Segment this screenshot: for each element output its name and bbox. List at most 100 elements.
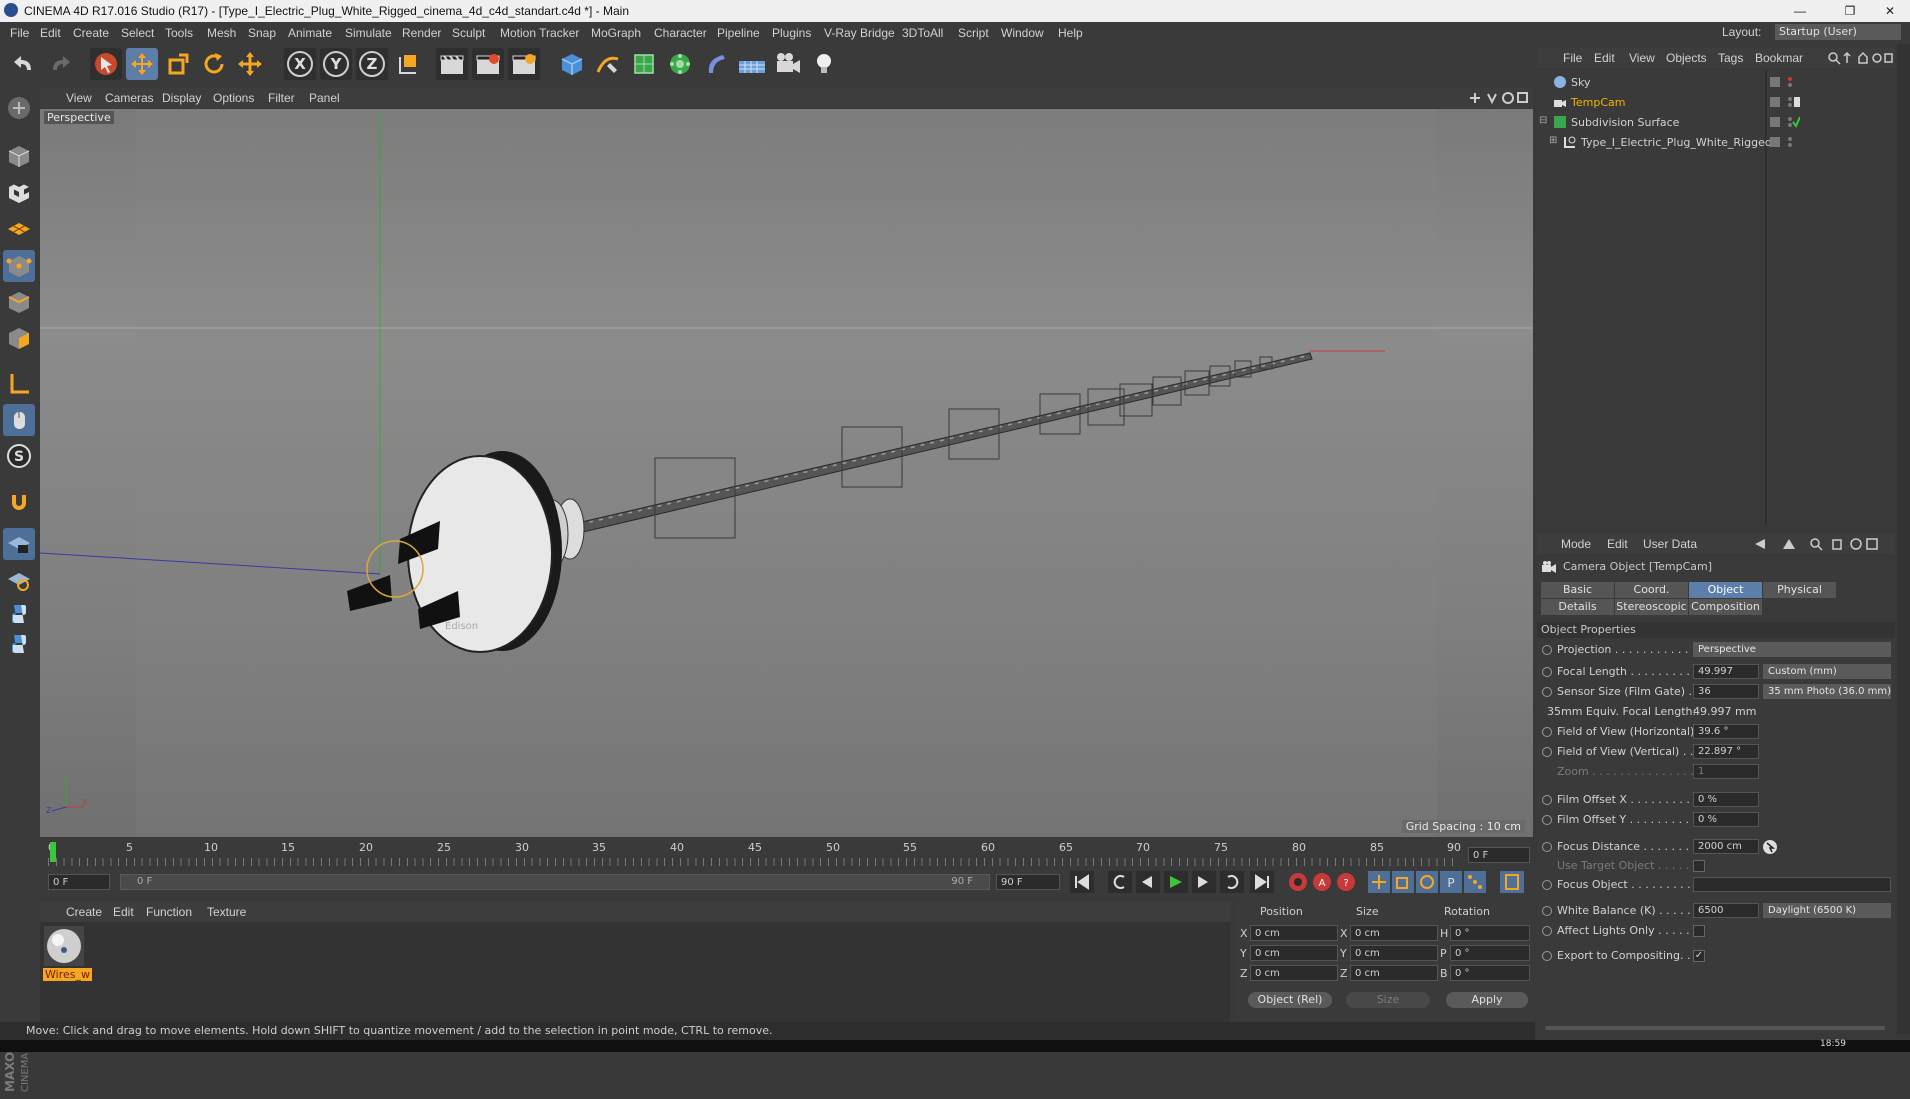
menu-render[interactable]: Render [402,26,441,40]
tab-stereoscopic[interactable]: Stereoscopic [1615,599,1689,615]
polygons-mode-button[interactable] [3,322,35,354]
rot-b-field[interactable]: 0 ° [1450,965,1530,981]
planar-workplane-button[interactable] [3,564,35,596]
menu-mograph[interactable]: MoGraph [591,26,641,40]
attribute-horizontal-scrollbar[interactable] [1545,1026,1885,1030]
close-button[interactable]: ✕ [1870,0,1910,22]
menu-script[interactable]: Script [958,26,989,40]
snapping-button[interactable]: S [3,440,35,472]
material-menu-texture[interactable]: Texture [207,905,246,919]
menu-vray-bridge[interactable]: V-Ray Bridge [824,26,895,40]
object-row-subdivision-surface[interactable]: ⊟ Subdivision Surface [1537,113,1895,132]
object-name[interactable]: Subdivision Surface [1571,116,1679,129]
frame-range-slider[interactable]: 0 F 90 F [120,874,990,890]
affect-lights-only-checkbox[interactable] [1693,925,1705,937]
rotate-tool-button[interactable] [198,48,230,80]
animate-radio-icon[interactable] [1542,842,1552,852]
menu-tools[interactable]: Tools [165,26,193,40]
use-target-object-checkbox[interactable] [1693,860,1705,872]
tab-composition[interactable]: Composition [1689,599,1763,615]
tab-details[interactable]: Details [1541,599,1615,615]
material-menu-function[interactable]: Function [146,905,192,919]
add-cube-button[interactable] [556,48,588,80]
add-subdivision-button[interactable] [628,48,660,80]
viewport-menu-display[interactable]: Display [162,91,201,105]
viewport-menu-options[interactable]: Options [213,91,254,105]
menu-motion-tracker[interactable]: Motion Tracker [500,26,579,40]
menu-snap[interactable]: Snap [248,26,276,40]
menu-plugins[interactable]: Plugins [772,26,811,40]
animate-radio-icon[interactable] [1542,906,1552,916]
animate-radio-icon[interactable] [1542,815,1552,825]
recent-tool-button[interactable] [234,48,266,80]
object-menu-tags[interactable]: Tags [1718,51,1743,65]
menu-help[interactable]: Help [1058,26,1083,40]
make-editable-button[interactable] [3,92,35,124]
redo-button[interactable] [44,48,76,80]
points-mode-button[interactable] [3,250,35,282]
rot-h-field[interactable]: 0 ° [1450,925,1530,941]
end-frame-field[interactable]: 90 F [996,874,1060,890]
pick-distance-icon[interactable] [1762,839,1778,855]
timeline-ruler[interactable] [48,858,1458,866]
menu-select[interactable]: Select [121,26,154,40]
restore-button[interactable]: ❐ [1830,0,1870,22]
playhead-marker[interactable] [50,842,56,862]
current-frame-field[interactable]: 0 F [1468,847,1530,863]
workplane-mode-button[interactable] [3,212,35,244]
coordinate-system-button[interactable] [392,48,424,80]
object-name[interactable]: Type_I_Electric_Plug_White_Rigged [1581,136,1772,149]
size-z-field[interactable]: 0 cm [1350,965,1438,981]
menu-sculpt[interactable]: Sculpt [452,26,485,40]
magnet-tool-button[interactable] [3,486,35,518]
zoom-field[interactable]: 1 [1693,764,1759,779]
object-manager-tool-icons[interactable] [1827,51,1893,65]
axis-mode-button[interactable] [3,368,35,400]
z-axis-lock-button[interactable]: Z [356,48,388,80]
material-name-label[interactable]: Wires_w [43,968,92,981]
move-tool-button[interactable] [126,48,158,80]
animate-radio-icon[interactable] [1542,727,1552,737]
focal-length-preset-dropdown[interactable]: Custom (mm) [1763,664,1891,679]
animate-radio-icon[interactable] [1542,951,1552,961]
animate-radio-icon[interactable] [1542,926,1552,936]
start-frame-field[interactable]: 0 F [48,874,110,890]
expand-toggle-icon[interactable]: ⊞ [1549,135,1557,146]
lock-workplane-button[interactable] [3,528,35,560]
edges-mode-button[interactable] [3,286,35,318]
material-menu-create[interactable]: Create [66,905,102,919]
pos-z-field[interactable]: 0 cm [1250,965,1338,981]
animate-radio-icon[interactable] [1542,667,1552,677]
expand-toggle-icon[interactable]: ⊟ [1539,115,1547,126]
object-menu-file[interactable]: File [1563,51,1582,65]
tab-physical[interactable]: Physical [1763,582,1837,598]
attribute-menu-user-data[interactable]: User Data [1643,537,1697,551]
viewport-menu-cameras[interactable]: Cameras [105,91,154,105]
animate-radio-icon[interactable] [1542,880,1552,890]
object-menu-view[interactable]: View [1629,51,1655,65]
pos-y-field[interactable]: 0 cm [1250,945,1338,961]
white-balance-field[interactable]: 6500 [1693,903,1759,918]
viewport-menu-panel[interactable]: Panel [309,91,340,105]
x-axis-lock-button[interactable]: X [284,48,316,80]
menu-simulate[interactable]: Simulate [345,26,392,40]
sensor-size-preset-dropdown[interactable]: 35 mm Photo (36.0 mm) [1763,684,1891,699]
film-offset-x-field[interactable]: 0 % [1693,792,1759,807]
projection-dropdown[interactable]: Perspective [1693,642,1891,657]
white-balance-preset-dropdown[interactable]: Daylight (6500 K) [1763,903,1891,918]
menu-character[interactable]: Character [654,26,707,40]
fov-vertical-field[interactable]: 22.897 ° [1693,744,1759,759]
apply-button[interactable]: Apply [1446,992,1528,1008]
film-offset-y-field[interactable]: 0 % [1693,812,1759,827]
animate-radio-icon[interactable] [1542,645,1552,655]
undo-button[interactable] [8,48,40,80]
menu-animate[interactable]: Animate [288,26,332,40]
object-row-tempcam[interactable]: TempCam [1537,93,1895,112]
y-axis-lock-button[interactable]: Y [320,48,352,80]
minimize-button[interactable]: — [1780,0,1820,22]
render-picture-viewer-button[interactable] [472,48,504,80]
object-row-sky[interactable]: Sky [1537,73,1895,92]
add-deformer-button[interactable] [700,48,732,80]
render-view-button[interactable] [436,48,468,80]
object-row-electric-plug[interactable]: ⊞ Type_I_Electric_Plug_White_Rigged [1537,133,1895,152]
